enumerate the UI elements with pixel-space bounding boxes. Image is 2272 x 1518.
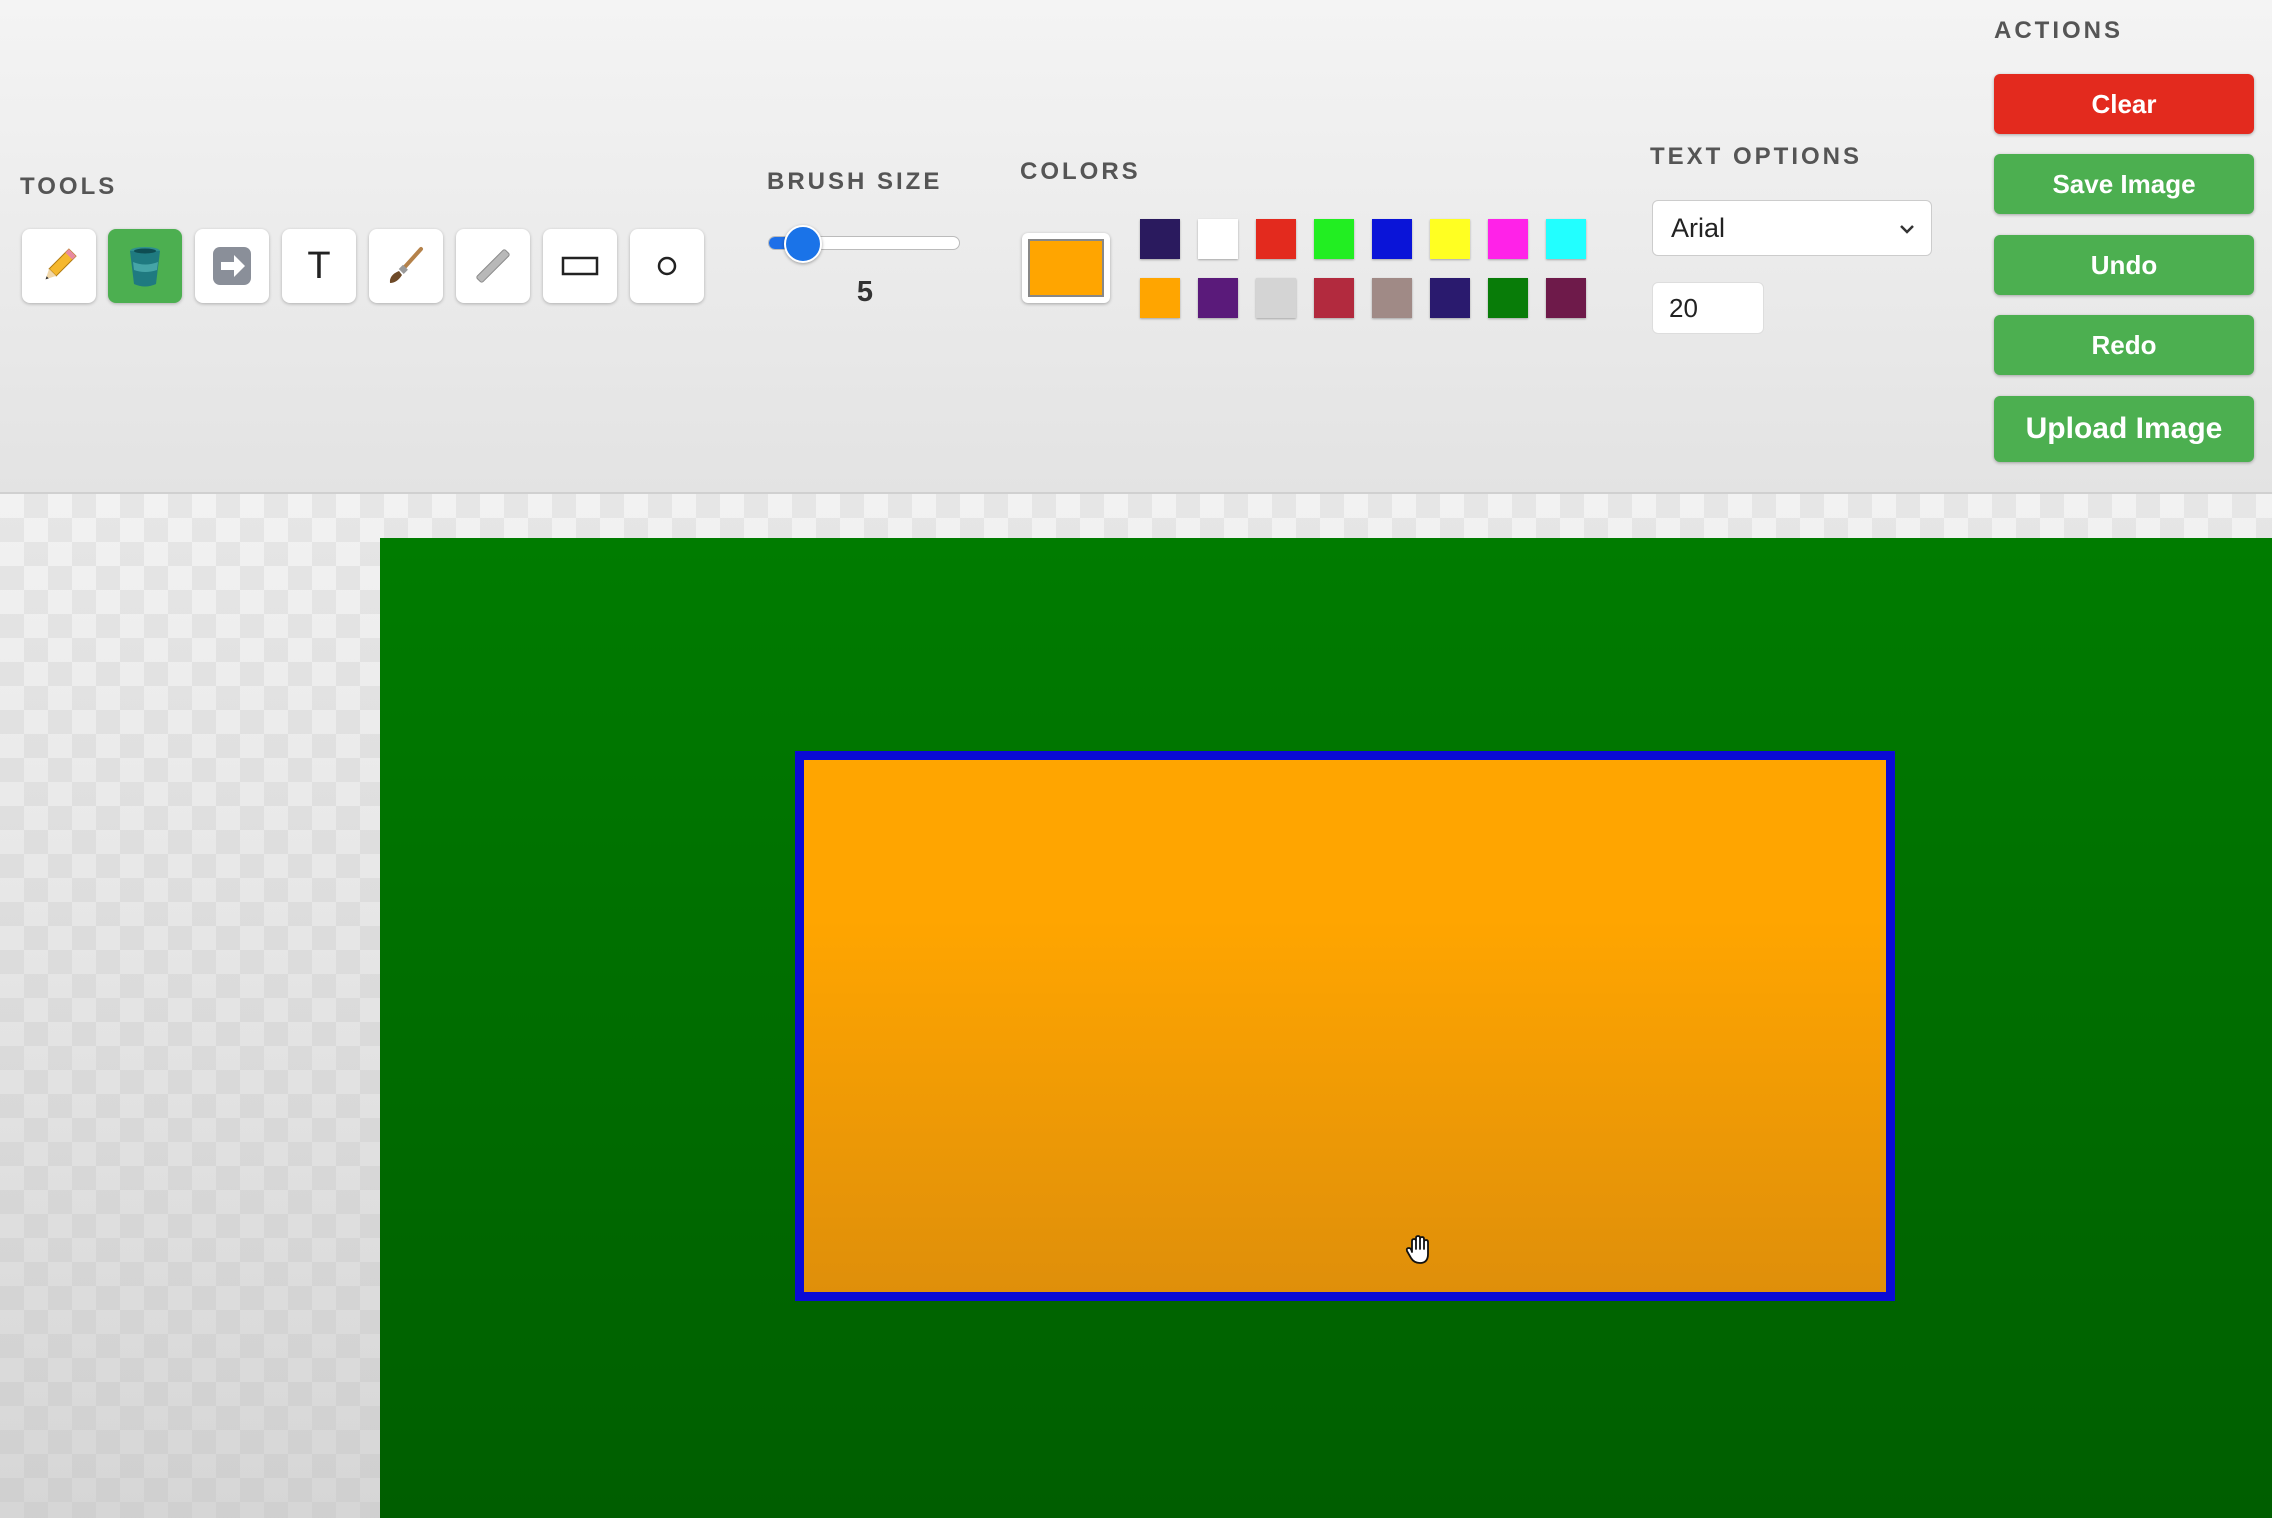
font-family-value: Arial	[1671, 212, 1726, 243]
brush-tool-button[interactable]	[369, 229, 443, 303]
tools-title: TOOLS	[20, 173, 118, 200]
color-swatch[interactable]	[1546, 219, 1586, 259]
brush-size-value: 5	[856, 276, 874, 308]
color-swatch[interactable]	[1488, 278, 1528, 318]
clear-button[interactable]: Clear	[1994, 74, 2254, 134]
brush-size-slider[interactable]	[768, 225, 960, 263]
circle-icon	[657, 256, 677, 276]
current-color-preview[interactable]	[1022, 233, 1110, 303]
pencil-icon	[45, 248, 77, 280]
color-swatch[interactable]	[1256, 278, 1296, 318]
bucket-icon	[130, 247, 160, 287]
font-size-input[interactable]: 20	[1652, 282, 1764, 334]
chevron-down-icon	[1900, 225, 1914, 234]
color-swatch[interactable]	[1198, 219, 1238, 259]
arrow-tool-button[interactable]	[195, 229, 269, 303]
pencil-tool-button[interactable]	[22, 229, 96, 303]
color-swatch[interactable]	[1488, 219, 1528, 259]
text-icon: T	[307, 244, 331, 287]
color-swatch[interactable]	[1372, 219, 1412, 259]
undo-button[interactable]: Undo	[1994, 235, 2254, 295]
text-options-title: TEXT OPTIONS	[1650, 143, 1863, 170]
fill-bucket-tool-button[interactable]	[108, 229, 182, 303]
save-image-button[interactable]: Save Image	[1994, 154, 2254, 214]
color-swatch[interactable]	[1256, 219, 1296, 259]
font-size-value: 20	[1669, 292, 1698, 323]
actions-title: ACTIONS	[1994, 17, 2123, 44]
color-swatch[interactable]	[1372, 278, 1412, 318]
upload-image-button[interactable]: Upload Image	[1994, 396, 2254, 462]
arrow-right-icon	[213, 247, 251, 285]
rectangle-icon	[561, 256, 599, 276]
brush-size-title: BRUSH SIZE	[767, 168, 943, 195]
current-color-fill	[1028, 239, 1104, 297]
color-swatch[interactable]	[1314, 219, 1354, 259]
rectangle-tool-button[interactable]	[543, 229, 617, 303]
circle-tool-button[interactable]	[630, 229, 704, 303]
color-swatch[interactable]	[1198, 278, 1238, 318]
line-icon	[476, 249, 510, 283]
color-swatch[interactable]	[1430, 219, 1470, 259]
brush-icon	[389, 247, 423, 283]
redo-button[interactable]: Redo	[1994, 315, 2254, 375]
text-tool-button[interactable]: T	[282, 229, 356, 303]
font-family-select[interactable]: Arial	[1652, 200, 1932, 256]
color-swatch[interactable]	[1140, 278, 1180, 318]
line-tool-button[interactable]	[456, 229, 530, 303]
toolbar: TOOLS T BRUSH SIZE 5 COLORS TEXT OPTIONS…	[0, 0, 2272, 494]
hand-cursor-icon	[1405, 1235, 1429, 1264]
colors-title: COLORS	[1020, 158, 1141, 185]
drawn-rectangle	[795, 751, 1895, 1301]
color-swatch[interactable]	[1546, 278, 1586, 318]
brush-size-slider-thumb[interactable]	[783, 225, 822, 263]
color-swatch[interactable]	[1314, 278, 1354, 318]
color-swatch[interactable]	[1140, 219, 1180, 259]
color-swatch[interactable]	[1430, 278, 1470, 318]
